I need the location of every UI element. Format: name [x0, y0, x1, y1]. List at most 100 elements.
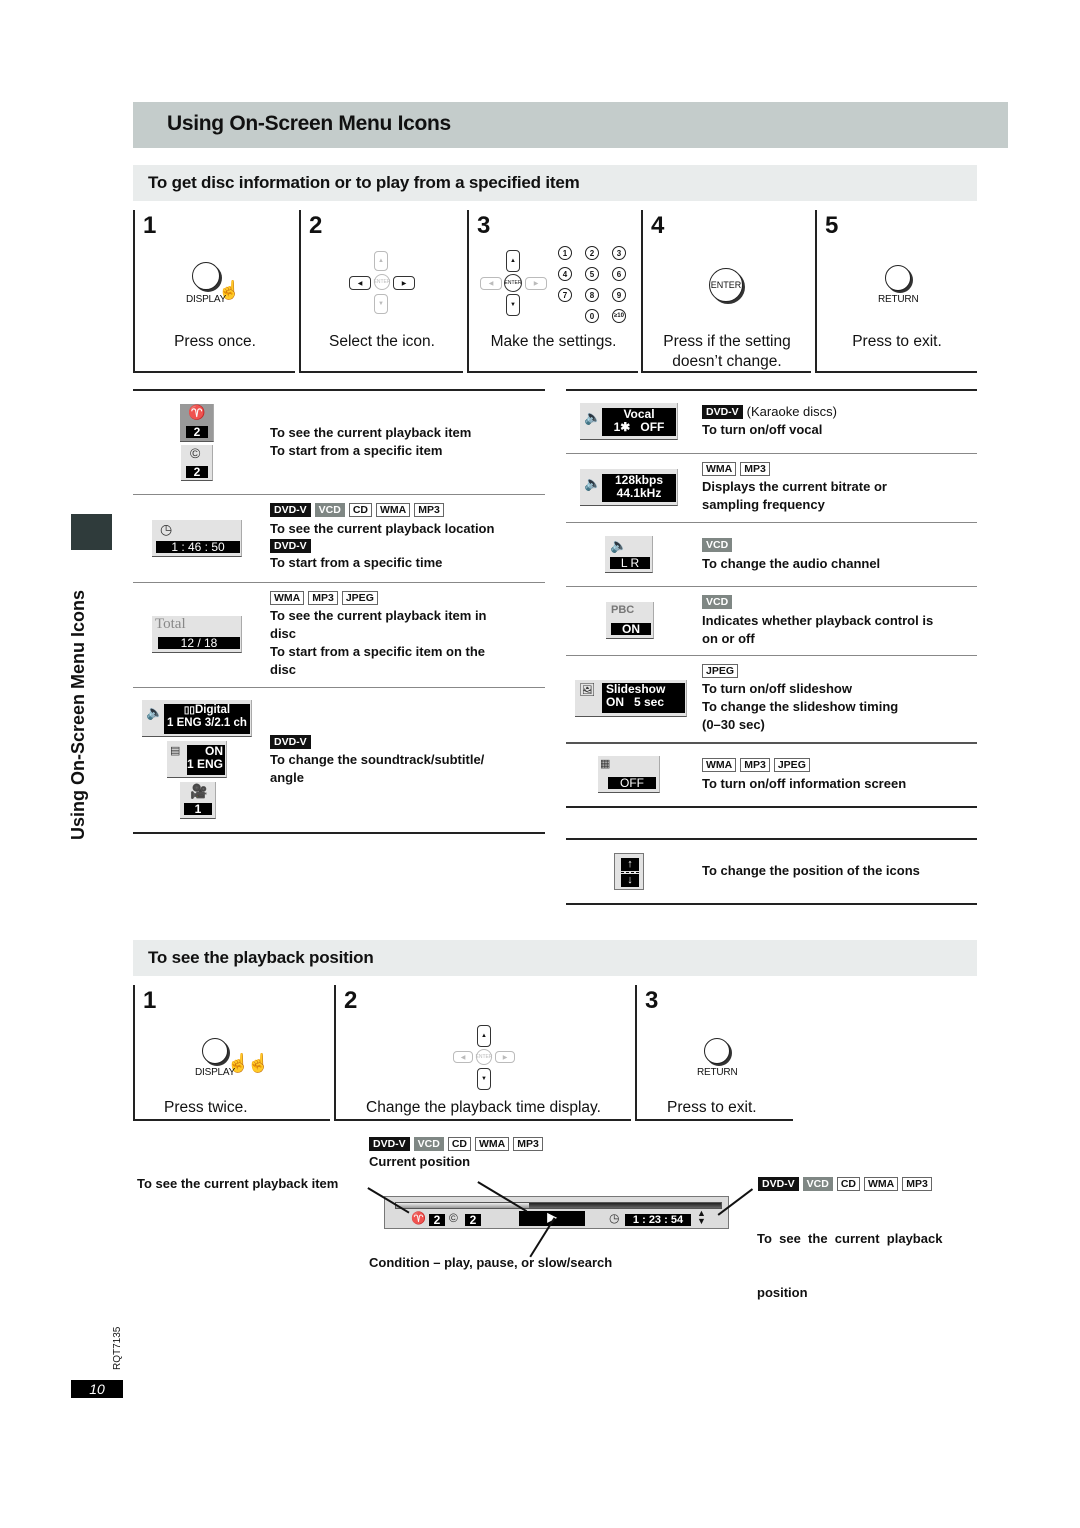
- up-arrow-icon: ▲: [477, 1025, 491, 1047]
- row-description: DVD-V (Karaoke discs) To turn on/off voc…: [702, 404, 837, 437]
- position-osd: ↑ ↓: [614, 853, 644, 890]
- side-tab-marker: [71, 514, 112, 550]
- num-key-2-icon: 2: [585, 246, 599, 260]
- num-key-7-icon: 7: [558, 288, 572, 302]
- speaker-icon: 🔈: [610, 537, 628, 553]
- badge-vcd: VCD: [314, 503, 345, 517]
- step-number: 5: [825, 212, 839, 239]
- badge-jpeg: JPEG: [702, 664, 739, 678]
- step-number: 3: [477, 212, 491, 239]
- current-item-label: To see the current playback item: [137, 1176, 339, 1191]
- step-2: 2 ▲ ◀ ENTER ▶ ▼ Change the playback time…: [334, 985, 631, 1121]
- step-caption: Change the playback time display.: [366, 1099, 601, 1116]
- info-screen-osd: ▦ OFF: [598, 756, 660, 793]
- badge-dvd-v: DVD-V: [758, 1177, 799, 1191]
- step-caption-line1: Press if the setting: [663, 333, 791, 350]
- title-number: 2: [429, 1214, 445, 1227]
- progress-fill: [396, 1203, 530, 1208]
- row-description: WMA MP3 JPEG To turn on/off information …: [702, 758, 907, 791]
- bitrate-osd: 🔈 128kbps 44.1kHz: [580, 469, 678, 506]
- step-number: 4: [651, 212, 665, 239]
- row-description: VCD Indicates whether playback control i…: [702, 595, 934, 646]
- num-key-0-icon: 0: [585, 309, 599, 323]
- divider: [566, 806, 977, 808]
- badge-wma: WMA: [702, 758, 737, 772]
- display-button-icon: [192, 262, 220, 290]
- down-arrow-icon: ▼: [506, 294, 520, 316]
- time-display: 1 : 23 : 54: [625, 1214, 691, 1226]
- left-arrow-icon: ◀: [349, 276, 371, 290]
- badge-dvd-v: DVD-V: [702, 405, 743, 419]
- return-button-icon: [885, 265, 911, 291]
- badge-mp3: MP3: [308, 591, 338, 605]
- return-button-icon: [704, 1038, 730, 1064]
- condition-label: Condition – play, pause, or slow/search: [369, 1255, 613, 1270]
- divider: [566, 453, 977, 454]
- right-arrow-icon: ▶: [525, 277, 547, 290]
- row-description: DVD-V To change the soundtrack/subtitle/…: [270, 735, 485, 785]
- clock-icon: ◷: [609, 1211, 620, 1225]
- badge-wma: WMA: [864, 1177, 899, 1191]
- up-arrow-icon: ▲: [506, 250, 520, 272]
- step-4: 4 ENTER Press if the setting doesn’t cha…: [641, 210, 811, 373]
- badge-wma: WMA: [376, 503, 411, 517]
- num-key-10plus-icon: ≥10: [612, 309, 626, 323]
- badge-dvd-v: DVD-V: [369, 1137, 410, 1151]
- speaker-icon: 🔈: [584, 475, 602, 491]
- badge-jpeg: JPEG: [773, 758, 810, 772]
- badge-mp3: MP3: [902, 1177, 932, 1191]
- badge-cd: CD: [447, 1137, 472, 1151]
- badge-dvd-v: DVD-V: [270, 735, 311, 749]
- divider: [566, 742, 977, 744]
- chapter-icon: © 2: [181, 445, 213, 481]
- step-caption: Press to exit.: [667, 1099, 757, 1116]
- subtitle-osd: ▤ ON 1 ENG: [167, 741, 227, 778]
- enter-icon: ENTER: [374, 274, 390, 290]
- step-2: 2 ▲ ◀ ENTER ▶ ▼ Select the icon.: [299, 210, 463, 373]
- badge-vcd: VCD: [702, 538, 733, 552]
- step-3: 3 RETURN Press to exit.: [635, 985, 793, 1121]
- chapter-number: 2: [465, 1214, 481, 1227]
- disc-badges: DVD-V VCD CD WMA MP3: [758, 1177, 932, 1191]
- down-arrow-icon: ▼: [477, 1068, 491, 1090]
- num-key-6-icon: 6: [612, 267, 626, 281]
- camera-icon: 🎥: [190, 783, 208, 799]
- info-screen-icon: ▦: [600, 758, 611, 770]
- page-title: Using On-Screen Menu Icons: [167, 112, 451, 135]
- step-number: 3: [645, 987, 659, 1014]
- badge-cd: CD: [836, 1177, 861, 1191]
- badge-vcd: VCD: [413, 1137, 444, 1151]
- enter-icon: ENTER: [476, 1049, 492, 1065]
- return-label: RETURN: [878, 294, 919, 305]
- num-key-8-icon: 8: [585, 288, 599, 302]
- badge-dvd-v: DVD-V: [270, 539, 311, 553]
- disc-badges: DVD-V VCD CD WMA MP3: [369, 1137, 543, 1151]
- divider: [566, 655, 977, 656]
- badge-cd: CD: [348, 503, 373, 517]
- chapter-icon: ©: [449, 1211, 458, 1225]
- row-description: To change the position of the icons: [702, 863, 920, 878]
- disc-badges: DVD-V VCD CD WMA MP3: [270, 503, 494, 517]
- step-1: 1 ☝ ☝ DISPLAY Press twice.: [133, 985, 330, 1121]
- row-description: DVD-V VCD CD WMA MP3 To see the current …: [270, 503, 495, 570]
- step-5: 5 RETURN Press to exit.: [815, 210, 977, 373]
- step-caption: Select the icon.: [329, 333, 435, 350]
- slideshow-osd: 🖼 Slideshow ON 5 sec: [575, 680, 687, 717]
- vocal-osd: 🔈 Vocal 1✱ OFF: [580, 403, 678, 440]
- badge-wma: WMA: [475, 1137, 510, 1151]
- down-arrow-icon: ▼: [374, 294, 388, 314]
- divider: [133, 832, 545, 834]
- step-caption: Make the settings.: [490, 333, 617, 350]
- time-osd: ◷ 1 : 46 : 50: [152, 520, 242, 557]
- badge-dvd-v: DVD-V: [270, 503, 311, 517]
- title-icon: ♈ 2: [180, 404, 214, 442]
- badge-vcd: VCD: [802, 1177, 833, 1191]
- slideshow-icon: 🖼: [579, 682, 596, 697]
- divider: [566, 903, 977, 905]
- num-key-3-icon: 3: [612, 246, 626, 260]
- step-caption: Press to exit.: [852, 333, 942, 350]
- row-description: To see the current playback item To star…: [270, 425, 472, 458]
- speaker-icon: 🔈: [146, 704, 164, 720]
- num-key-9-icon: 9: [612, 288, 626, 302]
- step-caption-line2: doesn’t change.: [672, 353, 782, 370]
